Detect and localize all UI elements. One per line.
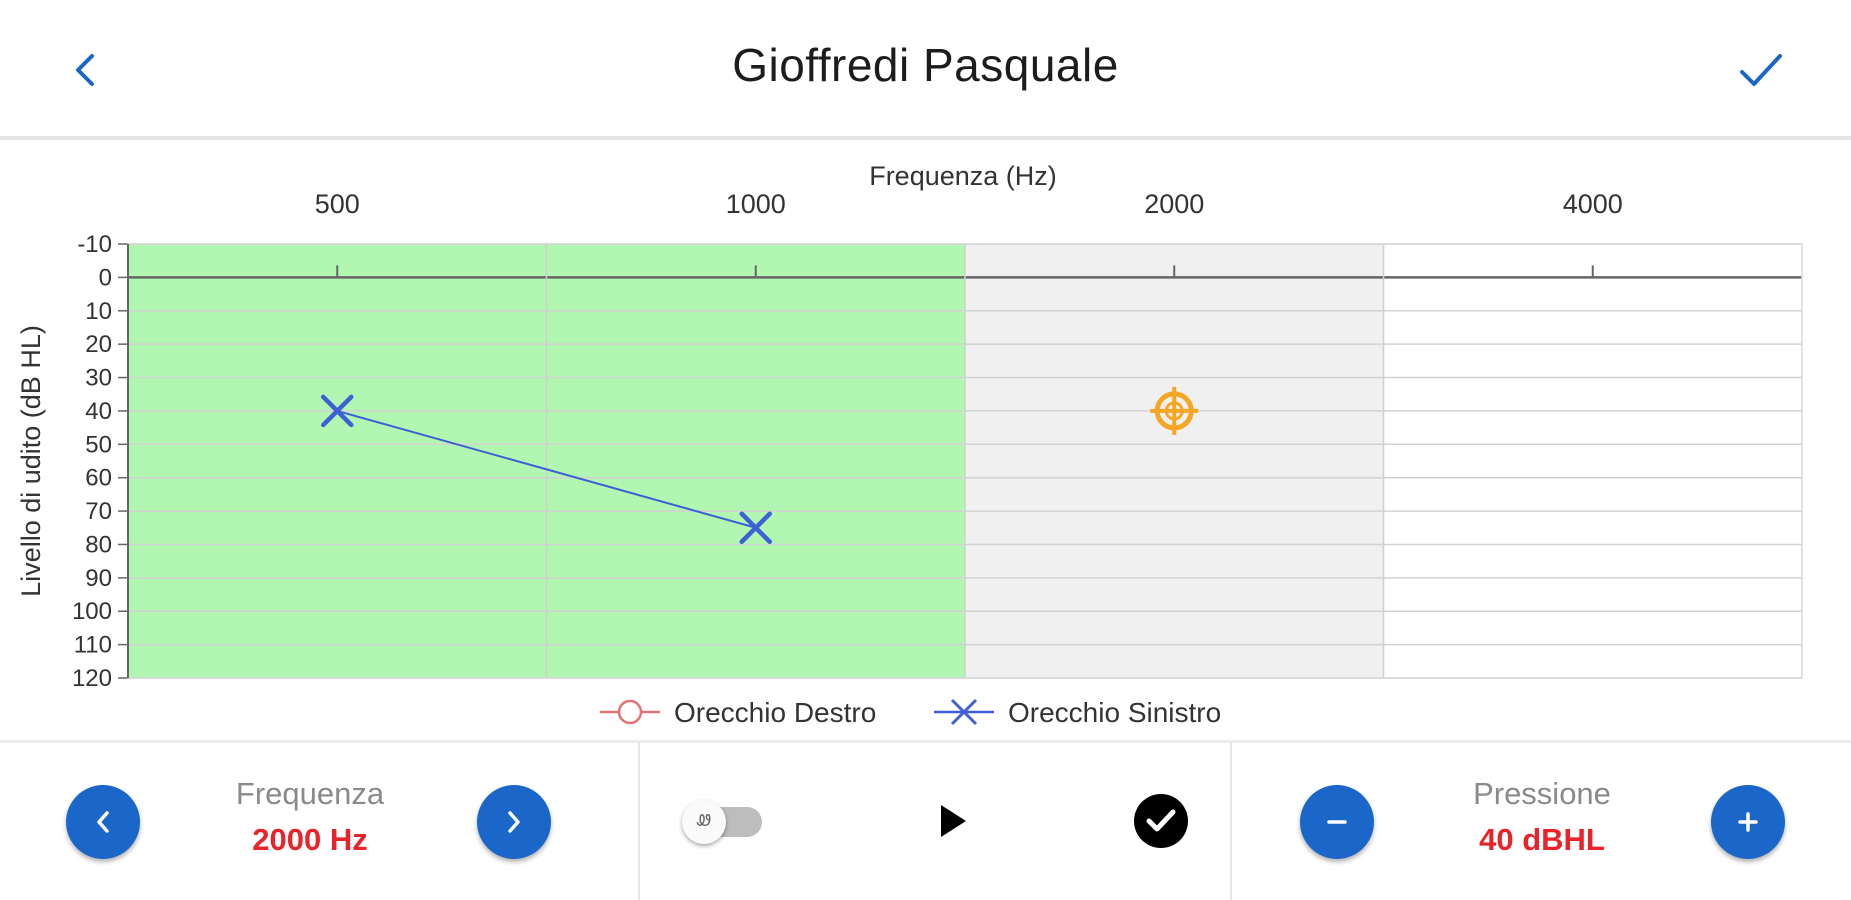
- frequency-prev-button[interactable]: [66, 785, 140, 859]
- page-title: Gioffredi Pasquale: [732, 39, 1119, 91]
- y-tick-label: 80: [85, 531, 112, 558]
- pressure-plus-button[interactable]: [1711, 785, 1785, 859]
- plus-icon: [1738, 812, 1758, 832]
- pressure-display: Pressione 40 dBHL: [1422, 776, 1662, 858]
- legend-label: Orecchio Destro: [674, 697, 876, 728]
- frequency-band: [1383, 244, 1802, 678]
- audiogram-chart: -10 0 10 20 30 40 50 60 70 80 90 100 110 120 500 1000 20…: [0, 140, 1851, 740]
- chevron-left-icon: [97, 811, 109, 833]
- chevron-right-icon: [508, 811, 520, 833]
- ear-toggle[interactable]: Ꮺ: [682, 800, 772, 844]
- minus-icon: [1327, 820, 1347, 824]
- checkmark-icon: [1740, 54, 1782, 86]
- ear-icon: Ꮺ: [682, 800, 726, 844]
- pressure-value: 40 dBHL: [1479, 822, 1605, 857]
- y-tick-label: 110: [74, 632, 112, 659]
- pressure-label: Pressione: [1473, 776, 1611, 811]
- y-tick-label: -10: [77, 231, 112, 258]
- x-tick-label: 2000: [1144, 189, 1204, 219]
- frequency-band: [546, 244, 965, 678]
- y-tick-label: 50: [85, 431, 112, 458]
- y-tick-label: 90: [85, 565, 112, 592]
- y-axis-title: Livello di udito (dB HL): [16, 325, 46, 597]
- frequency-label: Frequenza: [235, 776, 385, 811]
- y-tick-label: 10: [85, 298, 112, 325]
- check-circle-icon: [1146, 809, 1176, 832]
- frequency-band: [965, 244, 1384, 678]
- audiogram-svg[interactable]: -10 0 10 20 30 40 50 60 70 80 90 100 110 120 500 1000 20…: [0, 140, 1851, 740]
- x-tick-label: 1000: [726, 189, 786, 219]
- frequency-value: 2000 Hz: [252, 822, 368, 857]
- play-button[interactable]: [928, 796, 978, 846]
- y-tick-label: 0: [99, 264, 112, 291]
- y-tick-label: 100: [72, 598, 112, 625]
- confirm-button[interactable]: [1726, 40, 1796, 100]
- app-header: Gioffredi Pasquale: [0, 0, 1851, 140]
- y-tick-label: 40: [85, 398, 112, 425]
- frequency-display: Frequenza 2000 Hz: [190, 776, 430, 858]
- legend-label: Orecchio Sinistro: [1008, 697, 1221, 728]
- frequency-band: [128, 244, 547, 678]
- frequency-next-button[interactable]: [477, 785, 551, 859]
- x-axis-title: Frequenza (Hz): [869, 161, 1057, 191]
- x-tick-label: 500: [315, 189, 360, 219]
- x-tick-label: 4000: [1563, 189, 1623, 219]
- y-tick-label: 120: [72, 665, 112, 692]
- y-tick-label: 20: [85, 331, 112, 358]
- y-tick-label: 30: [85, 365, 112, 392]
- check-circle-button[interactable]: [1134, 794, 1188, 848]
- y-tick-label: 70: [85, 498, 112, 525]
- ear-glyph: Ꮺ: [696, 813, 712, 830]
- legend-circle-marker: [617, 699, 643, 725]
- pressure-minus-button[interactable]: [1300, 785, 1374, 859]
- y-tick-label: 60: [85, 465, 112, 492]
- play-icon: [941, 805, 966, 837]
